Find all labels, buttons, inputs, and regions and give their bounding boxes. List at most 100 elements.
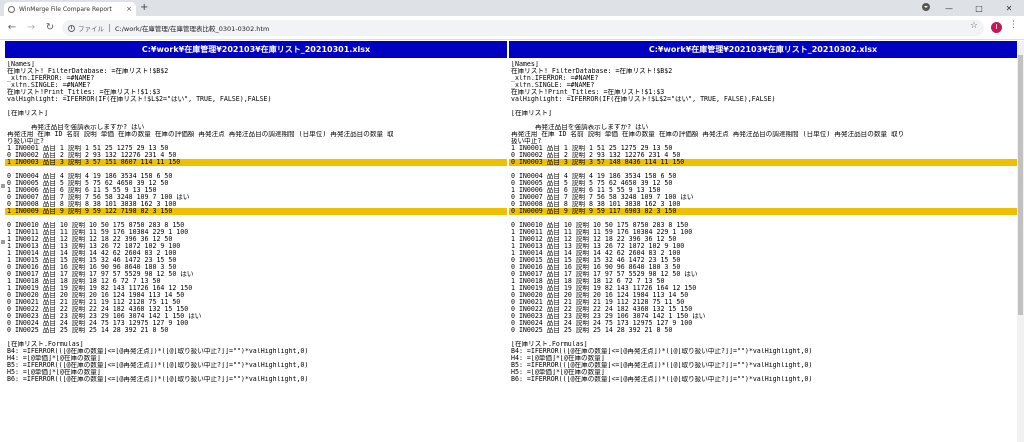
report-line: 0 IN0022 品目 22 説明 22 24 182 4368 132 15 … <box>511 306 693 313</box>
report-line: 0 IN0010 品目 10 説明 10 50 175 8750 283 8 1… <box>7 222 185 229</box>
browser-toolbar: ← → ↻ i ファイル C:/work/在庫管理/在庫管理表比較_0301-0… <box>0 16 1024 40</box>
report-line: 0 IN0005 品目 5 説明 5 75 62 4650 39 12 50 <box>7 180 169 187</box>
profile-avatar[interactable]: I <box>991 22 1002 33</box>
report-line: 0 IN0023 品目 23 説明 23 29 106 3074 142 1 1… <box>7 313 202 320</box>
minimize-button[interactable]: — <box>934 0 964 16</box>
report-line: 1 IN0011 品目 11 説明 11 59 176 10384 229 1 … <box>511 229 693 236</box>
report-line: 0 IN0010 品目 10 説明 10 50 175 8750 283 8 1… <box>511 222 689 229</box>
tab-close-button[interactable]: × <box>126 5 132 13</box>
report-line: 0 IN0021 品目 21 説明 21 19 112 2128 75 11 5… <box>7 299 181 306</box>
report-line: [Names] <box>511 61 539 68</box>
report-line: 再発注用 在庫 ID 名前 説明 単価 在庫の数量 在庫の評価額 再発注点 再発… <box>7 131 394 138</box>
report-line <box>509 117 1017 124</box>
report-line: 1 IN0014 品目 14 説明 14 42 62 2604 83 2 100 <box>511 250 681 257</box>
vertical-scrollbar[interactable] <box>1017 41 1024 442</box>
report-line: 0 IN0021 品目 21 説明 21 19 112 2128 75 11 5… <box>511 299 685 306</box>
report-line: 1 IN0014 品目 14 説明 14 42 62 2604 83 2 100 <box>7 250 177 257</box>
report-line: [在庫リスト] <box>7 110 48 117</box>
diff-marker <box>1 184 5 188</box>
info-icon[interactable]: i <box>68 24 75 32</box>
browser-tab[interactable]: WinMerge File Compare Report × <box>4 2 136 16</box>
report-line: 0 IN0015 品目 15 説明 15 32 46 1472 23 15 50 <box>511 257 681 264</box>
new-tab-button[interactable]: + <box>140 3 148 13</box>
report-line: 0 IN0022 品目 22 説明 22 24 182 4368 132 15 … <box>7 306 189 313</box>
report-line: 1 IN0001 品目 1 説明 1 51 25 1275 29 13 50 <box>511 145 673 152</box>
report-line: 在庫リスト!_FilterDatabase: =在庫リスト!$B$2 <box>7 68 169 75</box>
report-line: 1 IN0018 品目 18 説明 18 12 6 72 7 13 50 <box>7 278 161 285</box>
diff-line: 1 IN0003 品目 3 説明 3 57 151 8607 114 11 15… <box>5 159 507 166</box>
report-line: 1 IN0001 品目 1 説明 1 51 25 1275 29 13 50 <box>7 145 169 152</box>
report-line: 0 IN0024 品目 24 説明 24 75 173 12975 127 9 … <box>7 320 189 327</box>
report-line: 扱い中止? <box>511 138 542 145</box>
bookmark-star-icon[interactable]: ☆ <box>970 22 978 31</box>
tab-strip: WinMerge File Compare Report × + — □ ✕ <box>0 0 1024 16</box>
report-line: valHighlight: =IFERROR(IF(在庫リスト!$L$2="はい… <box>511 96 776 103</box>
report-line: H4: =[@単価]*[@在庫の数量] <box>7 355 101 362</box>
report-line: _xlfn.IFERROR: =#NAME? <box>511 75 599 82</box>
left-file-header: C:¥work¥在庫管理¥202103¥在庫リスト_20210301.xlsx <box>5 41 507 58</box>
report-line <box>5 117 507 124</box>
tab-search-icon[interactable] <box>922 3 930 11</box>
report-line: 1 IN0015 品目 15 説明 15 32 46 1472 23 15 50 <box>7 257 177 264</box>
report-line: 再発注品目を強調表示しますか? はい <box>7 124 145 131</box>
report-line <box>509 166 1017 173</box>
report-line: 0 IN0002 品目 2 説明 2 93 132 12276 231 4 50 <box>511 152 681 159</box>
report-line <box>5 103 507 110</box>
report-line: 0 IN0017 品目 17 説明 17 97 57 5529 98 12 50… <box>511 271 698 278</box>
reload-icon[interactable]: ↻ <box>43 22 57 33</box>
left-file-content: [Names] 在庫リスト!_FilterDatabase: =在庫リスト!$B$… <box>5 61 507 383</box>
report-line: 0 IN0005 品目 5 説明 5 75 62 4650 39 12 50 <box>511 180 673 187</box>
diff-line: 1 IN0009 品目 9 説明 9 59 122 7198 82 3 150 <box>5 208 507 215</box>
report-line: [Names] <box>7 61 35 68</box>
report-line: 1 IN0013 品目 13 説明 13 26 72 1872 102 9 10… <box>511 243 685 250</box>
forward-arrow-icon[interactable]: → <box>24 22 38 33</box>
tab-title: WinMerge File Compare Report <box>19 5 112 13</box>
report-line <box>509 215 1017 222</box>
report-line: 0 IN0020 品目 20 説明 20 16 124 1984 113 14 … <box>511 292 689 299</box>
report-line: H4: =[@単価]*[@在庫の数量] <box>511 355 605 362</box>
report-line: B5: =IFERROR(([@在庫の数量]<=[@再発注点])*([@[取り扱… <box>511 362 813 369</box>
report-line: 0 IN0020 品目 20 説明 20 16 124 1984 113 14 … <box>7 292 185 299</box>
address-bar[interactable]: i ファイル C:/work/在庫管理/在庫管理表比較_0301-0302.ht… <box>62 20 984 36</box>
report-line: valHighlight: =IFERROR(IF(在庫リスト!$L$2="はい… <box>7 96 272 103</box>
report-line: 0 IN0025 品目 25 説明 25 14 28 392 21 8 50 <box>7 327 169 334</box>
report-line: [在庫リスト.Formulas] <box>511 341 588 348</box>
diff-line: 0 IN0003 品目 3 説明 3 57 148 8436 114 11 15… <box>509 159 1017 166</box>
left-pane: C:¥work¥在庫管理¥202103¥在庫リスト_20210301.xlsx … <box>5 41 507 442</box>
report-line: B4: =IFERROR(([@在庫の数量]<=[@再発注点])*([@[取り扱… <box>511 348 813 355</box>
report-line: 再発注用 在庫 ID 名前 説明 単価 在庫の数量 在庫の評価額 再発注点 再発… <box>511 131 905 138</box>
report-line: 0 IN0004 品目 4 説明 4 19 186 3534 158 6 50 <box>7 173 173 180</box>
report-line: 0 IN0008 品目 8 説明 8 38 101 3838 162 3 100 <box>511 201 681 208</box>
report-line: 0 IN0017 品目 17 説明 17 97 57 5529 98 12 50… <box>7 271 194 278</box>
report-line: 0 IN0016 品目 16 説明 16 90 96 8640 180 3 50 <box>511 264 681 271</box>
report-line <box>5 334 507 341</box>
report-line: 0 IN0023 品目 23 説明 23 29 106 3074 142 1 1… <box>511 313 706 320</box>
report-line: _xlfn.SINGLE: =#NAME? <box>511 82 595 89</box>
scrollbar-thumb[interactable] <box>1018 55 1023 315</box>
report-line: り扱い中止? <box>7 138 44 145</box>
report-line: B6: =IFERROR(([@在庫の数量]<=[@再発注点])*([@[取り扱… <box>7 376 309 383</box>
report-line: B6: =IFERROR(([@在庫の数量]<=[@再発注点])*([@[取り扱… <box>511 376 813 383</box>
address-url[interactable]: C:/work/在庫管理/在庫管理表比較_0301-0302.htm <box>115 23 269 33</box>
address-scheme-label: ファイル <box>78 25 104 33</box>
right-pane: C:¥work¥在庫管理¥202103¥在庫リスト_20210302.xlsx … <box>509 41 1017 442</box>
report-line: 0 IN0024 品目 24 説明 24 75 173 12975 127 9 … <box>511 320 693 327</box>
right-file-content: [Names] 在庫リスト!_FilterDatabase: =在庫リスト!$B$… <box>509 61 1017 383</box>
back-arrow-icon[interactable]: ← <box>5 22 19 33</box>
report-line: 1 IN0018 品目 18 説明 18 12 6 72 7 13 50 <box>511 278 665 285</box>
report-line: _xlfn.IFERROR: =#NAME? <box>7 75 95 82</box>
maximize-button[interactable]: □ <box>964 0 994 16</box>
report-line: 再発注品目を強調表示しますか? はい <box>511 124 649 131</box>
report-line: B4: =IFERROR(([@在庫の数量]<=[@再発注点])*([@[取り扱… <box>7 348 309 355</box>
report-line: 0 IN0004 品目 4 説明 4 19 186 3534 158 6 50 <box>511 173 677 180</box>
browser-menu-icon[interactable]: ⋮ <box>1009 21 1018 30</box>
report-line: 1 IN0011 品目 11 説明 11 59 176 10384 229 1 … <box>7 229 189 236</box>
report-line: [在庫リスト] <box>511 110 552 117</box>
report-line: [在庫リスト.Formulas] <box>7 341 84 348</box>
window-close-button[interactable]: ✕ <box>994 0 1024 16</box>
report-line: 1 IN0006 品目 6 説明 6 11 5 55 9 13 150 <box>7 187 157 194</box>
report-line <box>5 215 507 222</box>
report-line: _xlfn.SINGLE: =#NAME? <box>7 82 91 89</box>
report-line: 0 IN0016 品目 16 説明 16 90 96 8640 180 3 50 <box>7 264 177 271</box>
report-line: B5: =IFERROR(([@在庫の数量]<=[@再発注点])*([@[取り扱… <box>7 362 309 369</box>
